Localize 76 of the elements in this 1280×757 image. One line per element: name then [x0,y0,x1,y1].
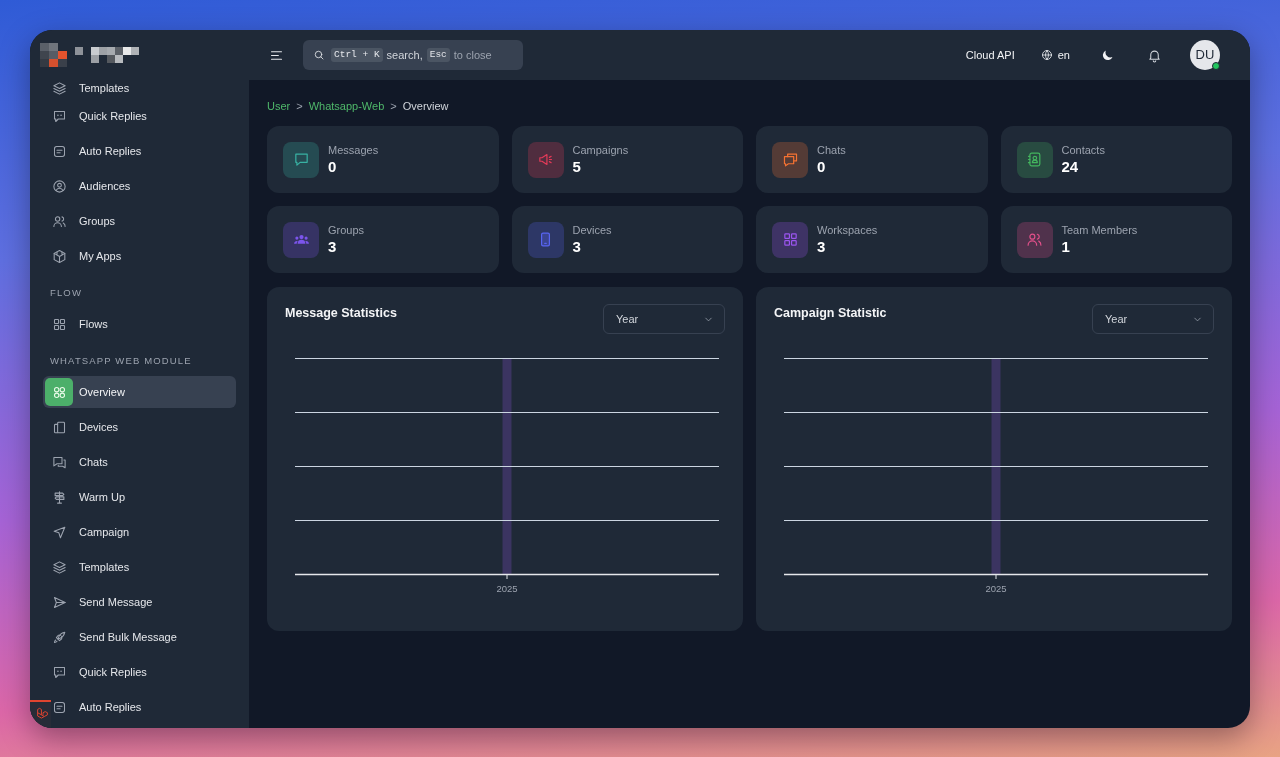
user-avatar[interactable]: DU [1190,40,1220,70]
breadcrumb-current: Overview [402,99,449,114]
signpost-icon [52,489,67,505]
send-icon [52,594,67,610]
layers-icon [52,81,67,96]
period-select[interactable]: Year [1092,304,1214,334]
axis-label: 2025 [496,583,518,594]
chat-bubbles-icon [52,454,67,470]
shortcut-key: Esc [426,48,450,62]
sidebar-item[interactable]: Campaign [52,516,130,548]
api-mode-button[interactable]: Cloud API [965,46,1015,64]
rocket-icon [52,629,67,645]
cube-icon [52,248,67,264]
navigation-icon [52,524,67,540]
bell-icon[interactable] [1147,47,1162,63]
sidebar-item[interactable]: Templates [52,80,130,97]
sidebar-item[interactable]: Quick Replies [52,656,147,688]
sidebar-item[interactable]: Overview [43,376,236,408]
sidebar-item[interactable]: Send Bulk Message [52,621,177,653]
section-heading: FLOW [50,287,82,299]
devices-icon [52,419,67,435]
stat-label: Team Members [1061,222,1138,237]
grid-icon [52,316,67,332]
breadcrumb-link[interactable]: Whatsapp-Web [308,98,385,114]
stat-label: Chats [817,142,846,157]
stat-value: 0 [817,156,827,177]
period-select[interactable]: Year [603,304,725,334]
search-hint: search, [386,47,423,63]
language-button[interactable]: en [1040,46,1070,64]
sidebar-item[interactable]: Chats [52,446,108,478]
breadcrumb-separator: > [296,99,303,114]
corner-tab-button[interactable] [30,700,51,728]
stat-label: Messages [328,142,379,157]
stat-label: Groups [328,222,365,237]
users-icon [52,213,67,229]
sidebar-item[interactable]: Auto Replies [52,135,142,167]
sidebar-item[interactable]: Devices [52,411,119,443]
sidebar-item[interactable]: Quick Replies [52,100,147,132]
sidebar-item[interactable]: Audiences [52,170,131,202]
sidebar-item[interactable]: My Apps [52,240,122,272]
sidebar-item[interactable]: Warm Up [52,481,126,513]
chat-bubble-icon [52,664,67,680]
user-circle-icon [52,178,67,194]
stat-label: Campaigns [572,142,629,157]
stat-label: Contacts [1061,142,1105,157]
stat-value: 0 [328,156,338,177]
sidebar-item[interactable]: Send Message [52,586,153,618]
chart-title: Campaign Statistic [774,305,887,322]
stat-value: 1 [1061,236,1071,257]
stat-value: 5 [572,156,582,177]
chat-bubble-icon [52,108,67,124]
note-icon [52,143,67,159]
close-hint: to close [453,47,492,63]
stat-label: Devices [572,222,612,237]
sidebar-item[interactable]: Auto Replies [52,691,142,723]
stat-value: 3 [572,236,582,257]
globe-icon [1040,49,1053,61]
breadcrumb-link[interactable]: User [267,98,291,114]
stat-value: 3 [817,236,827,257]
axis-label: 2025 [985,583,1007,594]
sidebar-item[interactable]: Templates [52,551,130,583]
chart-title: Message Statistics [285,305,397,322]
sidebar-item[interactable]: Flows [52,308,108,340]
layers-icon [52,559,67,575]
section-heading: WHATSAPP WEB MODULE [50,355,192,367]
sidebar-item[interactable]: Groups [52,205,116,237]
search-icon [313,49,325,61]
breadcrumb-separator: > [390,99,397,114]
shortcut-key: Ctrl + K [331,48,383,62]
stat-label: Workspaces [817,222,878,237]
circles-icon [45,378,73,406]
search-field[interactable]: Ctrl + K search, Esc to close [303,40,523,70]
logo-icon [36,707,49,720]
stat-value: 24 [1061,156,1080,177]
note-icon [52,699,67,715]
stat-value: 3 [328,236,338,257]
